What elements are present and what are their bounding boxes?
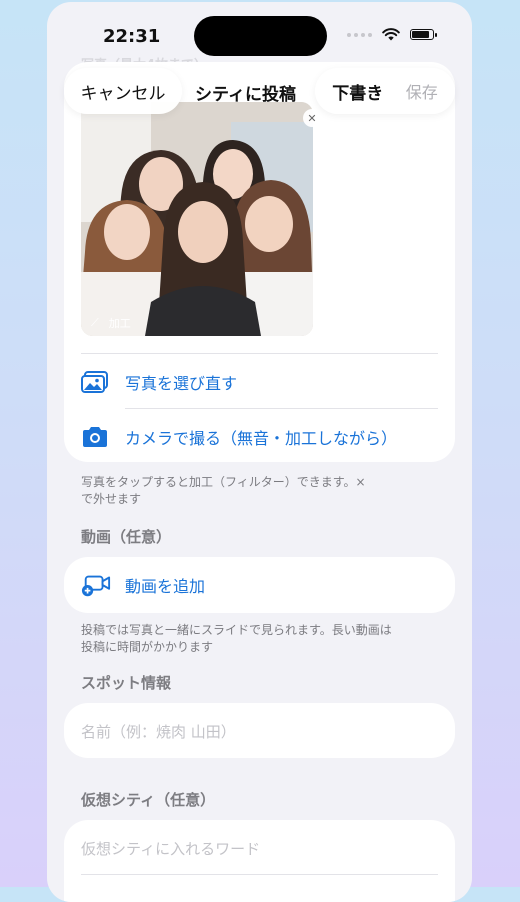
photos-icon	[81, 368, 111, 396]
reselect-photos-button[interactable]: 写真を選び直す	[81, 368, 237, 396]
camera-capture-label: カメラで撮る（無音・加工しながら）	[125, 429, 398, 448]
cancel-label: キャンセル	[80, 83, 166, 104]
cellular-signal-icon	[347, 32, 372, 37]
cancel-button[interactable]: キャンセル	[64, 68, 182, 114]
photo-help-line-2: で外せます	[81, 492, 142, 506]
nav-right-actions: 下書き 保存	[315, 68, 455, 114]
divider	[125, 408, 438, 409]
spot-section-header: スポット情報	[81, 674, 172, 692]
camera-capture-button[interactable]: カメラで撮る（無音・加工しながら）	[81, 423, 397, 451]
magic-wand-icon: ⟋	[91, 316, 99, 329]
spot-name-field[interactable]: 名前（例：焼肉 山田）	[64, 703, 455, 758]
status-icons	[347, 28, 437, 41]
spot-name-placeholder: 名前（例：焼肉 山田）	[81, 723, 236, 741]
camera-icon	[81, 423, 111, 451]
phone-screen: 22:31 写真（最大4枚まで）	[47, 2, 472, 902]
photo-help-line-1: 写真をタップすると加工（フィルター）できます。×	[81, 475, 366, 489]
video-help-line-2: 投稿に時間がかかります	[81, 640, 214, 654]
video-help-text: 投稿では写真と一緒にスライドで見られます。長い動画は 投稿に時間がかかります	[81, 622, 392, 656]
divider	[81, 353, 438, 354]
wifi-icon	[382, 28, 400, 41]
photo-thumbnail[interactable]: ⟋ 加工	[81, 102, 313, 336]
video-help-line-1: 投稿では写真と一緒にスライドで見られます。長い動画は	[81, 623, 392, 637]
add-video-icon	[81, 571, 111, 599]
add-video-label: 動画を追加	[125, 577, 206, 596]
edit-label: 加工	[108, 317, 131, 330]
status-time: 22:31	[103, 26, 161, 47]
save-button[interactable]: 保存	[406, 79, 438, 103]
virtual-city-card: 仮想シティに入れるワード	[64, 820, 455, 902]
video-section-header: 動画（任意）	[81, 528, 172, 546]
divider	[81, 874, 438, 875]
add-video-button[interactable]: 動画を追加	[81, 571, 205, 599]
page-title: シティに投稿	[195, 85, 296, 105]
draft-button[interactable]: 下書き	[332, 79, 383, 104]
photo-card: ⟋ 加工 ✕ 写真を選び直す カメラで撮る（無音・加工しながら）	[64, 62, 455, 462]
photo-help-text: 写真をタップすると加工（フィルター）できます。× で外せます	[81, 474, 366, 508]
video-card: 動画を追加	[64, 557, 455, 613]
virtual-city-section-header: 仮想シティ（任意）	[81, 791, 216, 809]
battery-icon	[410, 29, 437, 40]
edit-photo-button[interactable]: ⟋ 加工	[91, 315, 131, 331]
virtual-city-input[interactable]: 仮想シティに入れるワード	[81, 838, 260, 859]
reselect-photos-label: 写真を選び直す	[125, 374, 238, 393]
dynamic-island	[194, 16, 327, 56]
nav-bar: キャンセル シティに投稿 下書き 保存	[47, 68, 472, 116]
group-selfie-photo	[81, 102, 313, 336]
